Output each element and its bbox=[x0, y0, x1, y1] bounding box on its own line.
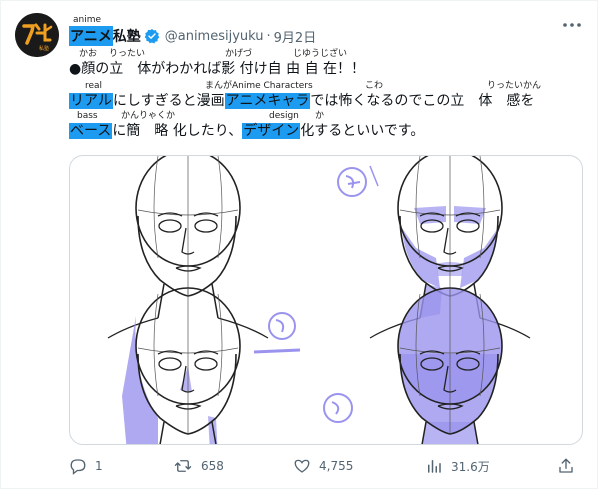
retweet-count: 658 bbox=[201, 459, 224, 473]
like-count: 4,755 bbox=[319, 459, 354, 473]
line2-text-b: では怖くなるのでこの立 体 感を bbox=[310, 93, 535, 109]
face-full-shading bbox=[369, 287, 531, 444]
account-name[interactable]: 私塾 bbox=[113, 26, 141, 46]
retweet-icon bbox=[174, 460, 192, 472]
line2-text-a: にしすぎると漫画 bbox=[112, 93, 225, 109]
reply-action[interactable]: 1 bbox=[69, 455, 103, 477]
line3-text-b: 化するといいです。 bbox=[300, 123, 425, 139]
account-name-highlight[interactable]: アニメ bbox=[69, 26, 113, 46]
ruby-rittai: りったい bbox=[109, 49, 146, 59]
retweet-action[interactable]: 658 bbox=[173, 455, 224, 477]
reply-icon bbox=[70, 459, 86, 475]
highlight-design: デザイン bbox=[242, 123, 301, 139]
face-side-shading bbox=[107, 287, 269, 444]
action-bar: 1 658 4,755 31.6万 bbox=[69, 455, 589, 477]
share-icon bbox=[559, 458, 573, 473]
ruby-kowa: こわ bbox=[365, 81, 384, 91]
account-name-row[interactable]: アニメ 私塾 @animesijyuku · 9月2日 bbox=[69, 26, 317, 46]
heart-icon bbox=[294, 459, 310, 473]
svg-text:私塾: 私塾 bbox=[39, 45, 49, 52]
avatar[interactable]: 私塾 bbox=[15, 13, 59, 57]
view-count: 31.6万 bbox=[451, 459, 490, 474]
ruby-ka: か bbox=[315, 111, 325, 121]
ruby-jiyuujizai: じゆうじざい bbox=[293, 49, 348, 59]
text-line-3: ベースに簡 略 化したり、デザイン化するといいです。 bbox=[69, 121, 424, 141]
ruby-kagezuke: かげづ bbox=[225, 49, 253, 59]
like-action[interactable]: 4,755 bbox=[293, 455, 353, 477]
tweet-card[interactable]: 私塾 anime アニメ 私塾 @animesijyuku · 9月2日 かお … bbox=[0, 0, 598, 489]
ruby-bass: bass bbox=[77, 111, 98, 121]
highlight-anime-chara: アニメキャラ bbox=[224, 93, 311, 109]
line3-text-a: に簡 略 化したり、 bbox=[112, 123, 243, 139]
tweet-media-image[interactable] bbox=[69, 155, 583, 445]
ruby-kao: かお bbox=[79, 49, 98, 59]
face-sketch-illustration bbox=[107, 156, 531, 444]
analytics-icon bbox=[428, 460, 441, 473]
views-action[interactable]: 31.6万 bbox=[425, 455, 490, 477]
annotation-symbols bbox=[253, 165, 379, 423]
tweet-header: anime アニメ 私塾 @animesijyuku · 9月2日 bbox=[69, 13, 589, 53]
text-line-2: リアルにしすぎると漫画アニメキャラでは怖くなるのでこの立 体 感を bbox=[69, 91, 534, 111]
share-action[interactable] bbox=[557, 455, 583, 477]
ruby-anime-characters: まんがAnime Characters bbox=[205, 81, 313, 91]
verified-badge-icon bbox=[144, 29, 160, 44]
more-options-icon[interactable] bbox=[561, 19, 583, 31]
reply-count: 1 bbox=[95, 459, 103, 473]
highlight-base: ベース bbox=[69, 123, 113, 139]
ruby-kanryakuka: かんりゃくか bbox=[121, 111, 176, 121]
name-ruby: anime bbox=[73, 15, 102, 25]
tweet-date[interactable]: 9月2日 bbox=[274, 27, 317, 46]
account-handle[interactable]: @animesijyuku bbox=[165, 29, 264, 44]
text-line-1: ●顔の立 体がわかれば影 付け自 由 自 在！！ bbox=[69, 61, 366, 77]
ruby-rittaikan: りったいかん bbox=[487, 81, 542, 91]
avatar-logo-icon: 私塾 bbox=[15, 13, 59, 57]
ruby-design: design bbox=[269, 111, 299, 121]
highlight-real: リアル bbox=[69, 93, 113, 109]
ruby-real: real bbox=[85, 81, 103, 91]
separator-dot: · bbox=[266, 28, 271, 44]
